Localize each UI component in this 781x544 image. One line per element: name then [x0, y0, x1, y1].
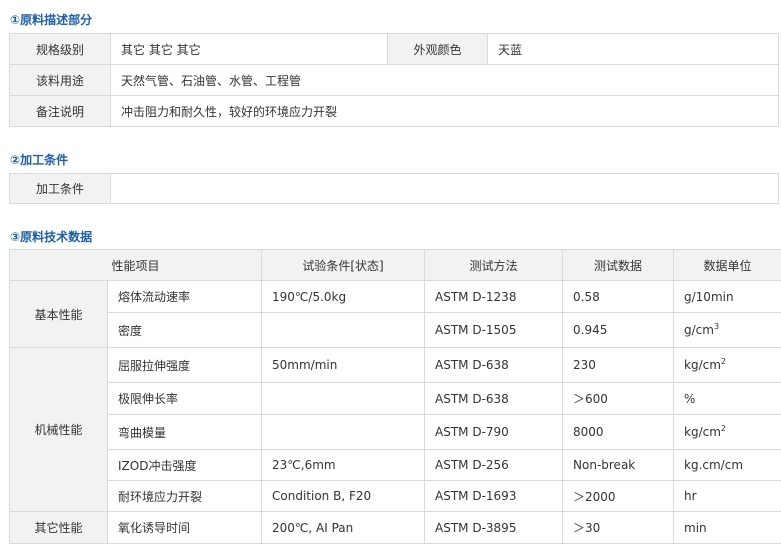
row-item: 弯曲模量: [108, 415, 262, 450]
unit-superscript: 2: [721, 357, 726, 366]
row-value: 0.945: [563, 313, 674, 348]
row-value: 230: [563, 348, 674, 383]
row-method: ASTM D-1693: [425, 481, 563, 512]
row-condition: 200℃, AI Pan: [262, 512, 425, 544]
unit-text: kg/cm: [684, 358, 721, 372]
table-row: 基本性能 熔体流动速率 190℃/5.0kg ASTM D-1238 0.58 …: [10, 281, 781, 313]
unit-text: kg/cm: [684, 425, 721, 439]
row-value: Non-break: [563, 450, 674, 481]
usage-value: 天然气管、石油管、水管、工程管: [111, 65, 779, 96]
section-title-raw-material: ①原料描述部分: [10, 11, 92, 28]
row-item: IZOD冲击强度: [108, 450, 262, 481]
row-value: 8000: [563, 415, 674, 450]
row-condition: Condition B, F20: [262, 481, 425, 512]
header-test-data: 测试数据: [563, 250, 674, 281]
row-method: ASTM D-790: [425, 415, 563, 450]
processing-value: [111, 174, 779, 204]
row-unit: kg.cm/cm: [674, 450, 781, 481]
row-value: ＞600: [563, 383, 674, 415]
table-row: 其它性能 氧化诱导时间 200℃, AI Pan ASTM D-3895 ＞30…: [10, 512, 781, 544]
table-row: 密度 ASTM D-1505 0.945 g/cm3: [10, 313, 781, 348]
raw-material-description-table: 规格级别 其它 其它 其它 外观颜色 天蓝 该料用途 天然气管、石油管、水管、工…: [9, 33, 779, 127]
row-unit: min: [674, 512, 781, 544]
row-condition: 50mm/min: [262, 348, 425, 383]
row-method: ASTM D-256: [425, 450, 563, 481]
row-condition: [262, 415, 425, 450]
table-row: 耐环境应力开裂 Condition B, F20 ASTM D-1693 ＞20…: [10, 481, 781, 512]
color-value: 天蓝: [488, 34, 779, 65]
table-row: 机械性能 屈服拉伸强度 50mm/min ASTM D-638 230 kg/c…: [10, 348, 781, 383]
row-unit: %: [674, 383, 781, 415]
usage-label: 该料用途: [10, 65, 111, 96]
header-test-condition: 试验条件[状态]: [262, 250, 425, 281]
row-item: 屈服拉伸强度: [108, 348, 262, 383]
row-unit: kg/cm2: [674, 348, 781, 383]
row-unit: hr: [674, 481, 781, 512]
row-value: ＞2000: [563, 481, 674, 512]
row-value: 0.58: [563, 281, 674, 313]
table-row: IZOD冲击强度 23℃,6mm ASTM D-256 Non-break kg…: [10, 450, 781, 481]
row-method: ASTM D-638: [425, 348, 563, 383]
row-condition: 23℃,6mm: [262, 450, 425, 481]
color-label: 外观颜色: [388, 34, 488, 65]
row-item: 极限伸长率: [108, 383, 262, 415]
row-condition: 190℃/5.0kg: [262, 281, 425, 313]
row-method: ASTM D-3895: [425, 512, 563, 544]
row-item: 熔体流动速率: [108, 281, 262, 313]
header-property: 性能项目: [10, 250, 262, 281]
group-other: 其它性能: [10, 512, 108, 544]
row-condition: [262, 313, 425, 348]
header-test-method: 测试方法: [425, 250, 563, 281]
row-item: 氧化诱导时间: [108, 512, 262, 544]
processing-label: 加工条件: [10, 174, 111, 204]
spec-value: 其它 其它 其它: [111, 34, 388, 65]
row-method: ASTM D-1505: [425, 313, 563, 348]
unit-superscript: 2: [721, 424, 726, 433]
header-unit: 数据单位: [674, 250, 781, 281]
row-value: ＞30: [563, 512, 674, 544]
unit-superscript: 3: [714, 322, 719, 331]
notes-label: 备注说明: [10, 96, 111, 127]
section-title-technical-data: ③原料技术数据: [10, 228, 92, 245]
row-method: ASTM D-638: [425, 383, 563, 415]
group-mechanical: 机械性能: [10, 348, 108, 512]
spec-label: 规格级别: [10, 34, 111, 65]
unit-text: g/cm: [684, 323, 714, 337]
technical-data-table: 性能项目 试验条件[状态] 测试方法 测试数据 数据单位 基本性能 熔体流动速率…: [9, 249, 781, 544]
row-method: ASTM D-1238: [425, 281, 563, 313]
table-row: 弯曲模量 ASTM D-790 8000 kg/cm2: [10, 415, 781, 450]
section-title-processing: ②加工条件: [10, 151, 68, 168]
row-unit: g/10min: [674, 281, 781, 313]
notes-value: 冲击阻力和耐久性，较好的环境应力开裂: [111, 96, 779, 127]
row-item: 密度: [108, 313, 262, 348]
group-basic: 基本性能: [10, 281, 108, 348]
row-unit: g/cm3: [674, 313, 781, 348]
row-item: 耐环境应力开裂: [108, 481, 262, 512]
row-condition: [262, 383, 425, 415]
row-unit: kg/cm2: [674, 415, 781, 450]
table-row: 极限伸长率 ASTM D-638 ＞600 %: [10, 383, 781, 415]
processing-conditions-table: 加工条件: [9, 173, 779, 204]
